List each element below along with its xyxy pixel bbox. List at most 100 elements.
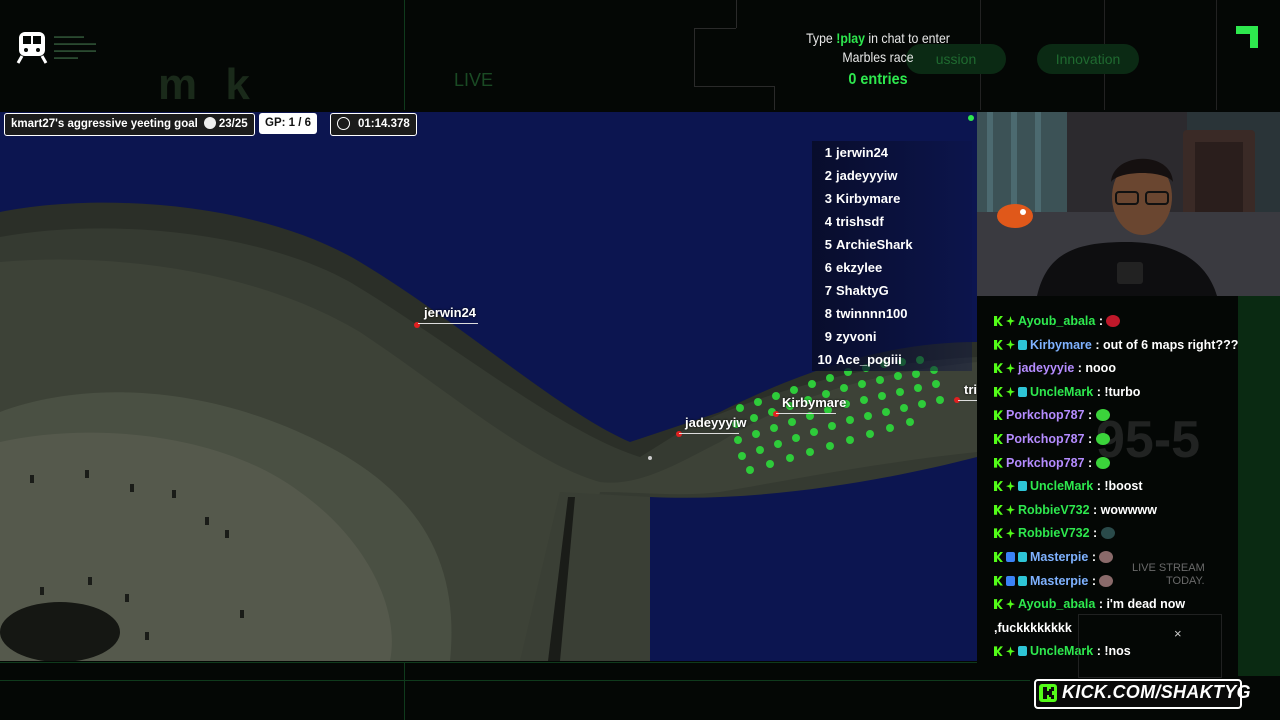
verified-badge-icon: [1006, 575, 1015, 586]
leaderboard-row: 7 ShaktyG: [812, 279, 972, 302]
leaderboard-rank: 4: [824, 214, 832, 229]
chat-message: UncleMark : !turbo: [994, 381, 1264, 405]
leaderboard-name: ekzylee: [836, 260, 883, 275]
leaderboard-name: jadeyyyiw: [836, 168, 898, 183]
gift-badge-icon: [1018, 575, 1027, 586]
leaderboard-rank: 7: [824, 283, 832, 298]
chat-emote-icon: [1106, 315, 1121, 327]
chat-message: Porkchop787 :: [994, 404, 1264, 428]
kick-badge-icon: [994, 363, 1003, 374]
chat-username[interactable]: Porkchop787: [1006, 456, 1085, 470]
chat-username[interactable]: UncleMark: [1030, 479, 1093, 493]
corner-bracket-icon: [1236, 26, 1258, 48]
chat-username[interactable]: jadeyyyie: [1018, 361, 1074, 375]
kick-badge-icon: [994, 599, 1003, 610]
chat-username[interactable]: UncleMark: [1030, 385, 1093, 399]
chat-message: RobbieV732 : wowwww: [994, 499, 1264, 523]
chat-text: wowwww: [1100, 502, 1157, 517]
chat-username[interactable]: Kirbymare: [1030, 338, 1092, 352]
chat-message: Ayoub_abala :: [994, 310, 1264, 334]
webcam-feed: [977, 112, 1280, 296]
chat-separator: :: [1084, 455, 1096, 470]
chat-separator: :: [1095, 314, 1107, 328]
verified-badge-icon: [1006, 551, 1015, 562]
subscriber-badge-icon: [1006, 646, 1015, 657]
leaderboard-rank: 10: [817, 352, 832, 367]
chat-message: Masterpie :: [994, 546, 1264, 570]
leaderboard-name: Ace_pogiii: [836, 352, 902, 367]
chat-separator: :: [1088, 573, 1100, 588]
grand-prix-hud: GP: 1 / 6: [259, 113, 318, 134]
leaderboard: 1 jerwin24 2 jadeyyyiw 3 Kirbymare 4 trishsdf 5 A…: [812, 141, 972, 371]
play-command: !play: [836, 30, 865, 46]
subscriber-badge-icon: [1006, 599, 1015, 610]
kick-badge-icon: [994, 575, 1003, 586]
chat-message: Porkchop787 :: [994, 452, 1264, 476]
chat-username[interactable]: Porkchop787: [1006, 432, 1085, 446]
promo-line-2: Marbles race: [842, 49, 914, 65]
chat-separator: :: [1095, 597, 1107, 612]
chat-emote-icon: [1095, 456, 1110, 469]
subscriber-badge-icon: [1006, 339, 1015, 350]
leaderboard-row: 6 ekzylee: [812, 256, 972, 279]
leaderboard-rank: 2: [824, 168, 832, 183]
goal-count: 23/25: [218, 118, 248, 130]
close-icon[interactable]: ×: [1174, 626, 1182, 641]
subscriber-badge-icon: [1006, 504, 1015, 515]
faint-background-letters: m k: [158, 60, 258, 109]
marbles-promo: Type !play in chat to enter Marbles race…: [780, 30, 976, 89]
leaderboard-name: jerwin24: [836, 145, 889, 160]
chat-emote-icon: [1099, 550, 1114, 563]
chat-username[interactable]: Masterpie: [1030, 574, 1088, 588]
leaderboard-rank: 3: [824, 191, 832, 206]
kick-badge-icon: [994, 551, 1003, 562]
kick-badge-icon: [994, 433, 1003, 444]
chat-emote-icon: [1100, 527, 1115, 540]
kick-badge-icon: [994, 504, 1003, 515]
marble-icon: [203, 117, 216, 129]
chat-username[interactable]: Ayoub_abala: [1018, 314, 1095, 328]
chat-message: RobbieV732 :: [994, 522, 1264, 546]
leaderboard-rank: 5: [824, 237, 832, 252]
chat-emote-icon: [1095, 432, 1110, 445]
chat-message: Masterpie :: [994, 570, 1264, 594]
gift-badge-icon: [1018, 646, 1027, 657]
chat-text: out of 6 maps right???: [1102, 337, 1239, 352]
faint-popup-frame: [1078, 614, 1222, 678]
chat-separator: :: [1091, 337, 1103, 352]
leaderboard-name: twinnnn100: [836, 306, 908, 321]
leaderboard-row: 10 Ace_pogiii: [812, 348, 972, 371]
kick-logo-icon: [1039, 684, 1057, 702]
kick-channel-link[interactable]: KICK.COM/SHAKTYG: [1034, 679, 1251, 709]
leaderboard-rank: 8: [824, 306, 832, 321]
chat-username[interactable]: RobbieV732: [1018, 526, 1090, 540]
leaderboard-row: 9 zyvoni: [812, 325, 972, 348]
chat-username[interactable]: RobbieV732: [1018, 503, 1090, 517]
leaderboard-row: 1 jerwin24: [812, 141, 972, 164]
leaderboard-row: 3 Kirbymare: [812, 187, 972, 210]
entries-count: 0 entries: [848, 71, 908, 88]
chat-message: Kirbymare : out of 6 maps right???: [994, 334, 1264, 358]
logo-caption: ▬▬▬▬▬ ▬▬▬▬▬▬▬ ▬▬▬▬▬▬▬ ▬▬▬▬: [54, 34, 96, 61]
channel-logo-icon: [16, 30, 48, 64]
kick-badge-icon: [994, 646, 1003, 657]
leaderboard-name: ShaktyG: [836, 283, 889, 298]
chat-feed: Ayoub_abala : Kirbymare : out of 6 maps …: [994, 310, 1264, 664]
faint-pill-innovation: Innovation: [1037, 44, 1139, 74]
chat-username[interactable]: Porkchop787: [1006, 408, 1085, 422]
chat-username[interactable]: Ayoub_abala: [1018, 597, 1095, 611]
race-timer: 01:14.378: [330, 113, 417, 136]
chat-separator: :: [1089, 526, 1101, 541]
game-label-p2: jadeyyyiw: [678, 415, 747, 434]
chat-emote-icon: [1095, 409, 1110, 422]
chat-text: i'm dead now: [1106, 597, 1186, 612]
chat-separator: :: [1084, 431, 1096, 446]
gift-badge-icon: [1018, 481, 1027, 492]
leaderboard-name: ArchieShark: [836, 237, 913, 252]
chat-message: jadeyyyie : nooo: [994, 357, 1264, 381]
chat-username[interactable]: Masterpie: [1030, 550, 1088, 564]
kick-badge-icon: [994, 410, 1003, 421]
kick-url-text: KICK.COM/SHAKTYG: [1062, 682, 1251, 702]
game-label-p1: jerwin24: [417, 305, 479, 324]
chat-text: !turbo: [1104, 384, 1141, 399]
